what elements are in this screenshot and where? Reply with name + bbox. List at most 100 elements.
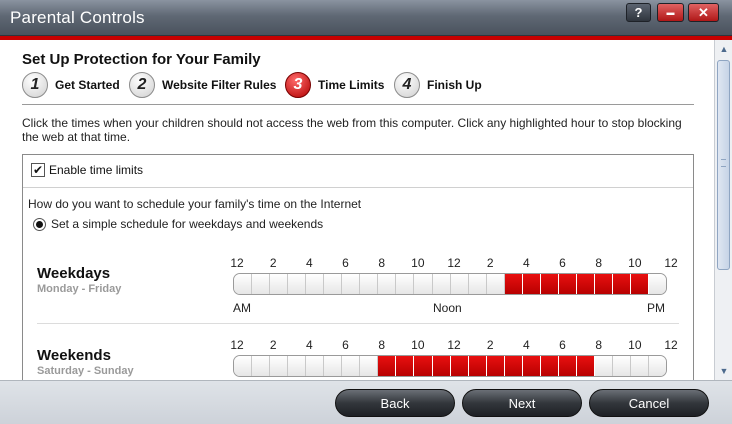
weekends-hour-cell-7[interactable]: [360, 356, 379, 376]
weekdays-hour-cell-2[interactable]: [270, 274, 289, 294]
close-icon: ✕: [698, 4, 709, 20]
hour-tick-label: 8: [378, 338, 385, 352]
weekdays-hour-cell-14[interactable]: [486, 274, 505, 294]
weekends-hour-cell-23[interactable]: [649, 356, 666, 376]
weekdays-hour-cell-13[interactable]: [468, 274, 487, 294]
weekends-hour-cell-1[interactable]: [252, 356, 271, 376]
weekends-hour-cell-19[interactable]: [576, 356, 595, 376]
back-button[interactable]: Back: [335, 389, 455, 417]
weekends-hour-cell-10[interactable]: [414, 356, 433, 376]
hour-tick-label: 6: [342, 338, 349, 352]
simple-schedule-radio[interactable]: [33, 217, 46, 231]
weekends-hour-cell-16[interactable]: [522, 356, 541, 376]
weekdays-hour-cell-8[interactable]: [378, 274, 397, 294]
hour-tick-label: 4: [522, 256, 530, 270]
weekdays-hour-cell-20[interactable]: [594, 274, 613, 294]
weekdays-hour-cell-18[interactable]: [558, 274, 577, 294]
weekdays-hour-cell-15[interactable]: [504, 274, 523, 294]
vertical-scrollbar[interactable]: ▲ ▼: [714, 40, 732, 380]
title-bar: Parental Controls ? ▬ ✕: [0, 0, 732, 36]
hour-tick-label: 10: [411, 256, 425, 270]
step-finish-up[interactable]: 4 Finish Up: [394, 72, 482, 98]
weekdays-hour-cell-19[interactable]: [576, 274, 595, 294]
enable-time-limits-row[interactable]: ✔ Enable time limits: [31, 163, 143, 177]
hour-tick-label: 4: [522, 338, 530, 352]
step-number: 3: [285, 72, 311, 98]
weekdays-hour-cell-22[interactable]: [631, 274, 650, 294]
scroll-down-arrow-icon[interactable]: ▼: [716, 363, 732, 379]
weekends-hour-cell-3[interactable]: [288, 356, 307, 376]
weekends-hour-cell-22[interactable]: [631, 356, 650, 376]
hour-tick-label: 12: [447, 256, 461, 270]
next-button[interactable]: Next: [462, 389, 582, 417]
am-label: AM: [233, 301, 251, 315]
weekends-hour-cell-12[interactable]: [450, 356, 469, 376]
grip-icon: [721, 159, 726, 167]
weekdays-hour-cell-17[interactable]: [540, 274, 559, 294]
scroll-thumb[interactable]: [717, 60, 730, 270]
close-button[interactable]: ✕: [688, 3, 719, 22]
simple-schedule-option[interactable]: Set a simple schedule for weekdays and w…: [33, 217, 323, 231]
wizard-footer: Back Next Cancel: [0, 380, 732, 424]
step-label: Time Limits: [318, 78, 385, 92]
weekdays-hour-cell-10[interactable]: [414, 274, 433, 294]
help-button[interactable]: ?: [626, 3, 651, 22]
weekdays-hour-cell-0[interactable]: [234, 274, 253, 294]
divider: [37, 323, 679, 324]
cancel-button[interactable]: Cancel: [589, 389, 709, 417]
weekends-hour-cell-13[interactable]: [468, 356, 487, 376]
hour-tick-label: 6: [559, 256, 566, 270]
weekends-hour-cell-14[interactable]: [486, 356, 505, 376]
weekdays-hour-cell-4[interactable]: [306, 274, 325, 294]
step-number: 2: [129, 72, 155, 98]
weekdays-hour-cell-16[interactable]: [522, 274, 541, 294]
weekends-hour-cell-20[interactable]: [594, 356, 613, 376]
weekdays-hour-cell-1[interactable]: [252, 274, 271, 294]
weekends-hour-cell-21[interactable]: [612, 356, 632, 376]
hour-tick-label: 12: [230, 256, 244, 270]
weekends-hour-cell-4[interactable]: [306, 356, 325, 376]
hour-tick-label: 12: [447, 338, 461, 352]
enable-time-limits-checkbox[interactable]: ✔: [31, 163, 45, 177]
weekdays-hour-cell-11[interactable]: [432, 274, 451, 294]
weekdays-hour-cell-23[interactable]: [649, 274, 666, 294]
minimize-icon: ▬: [666, 8, 675, 17]
weekends-title: Weekends: [37, 347, 111, 364]
hour-tick-label: 8: [595, 338, 602, 352]
weekends-hour-cell-6[interactable]: [342, 356, 361, 376]
weekdays-title: Weekdays: [37, 265, 111, 282]
weekends-hour-cell-9[interactable]: [396, 356, 415, 376]
hour-tick-label: 4: [305, 338, 313, 352]
hour-tick-label: 10: [628, 338, 642, 352]
weekends-hour-cell-5[interactable]: [324, 356, 343, 376]
step-get-started[interactable]: 1 Get Started: [22, 72, 120, 98]
scroll-up-arrow-icon[interactable]: ▲: [716, 41, 732, 57]
help-icon: ?: [634, 5, 643, 20]
weekends-hour-cell-8[interactable]: [378, 356, 397, 376]
simple-schedule-label: Set a simple schedule for weekdays and w…: [51, 217, 324, 231]
weekdays-hour-cell-9[interactable]: [396, 274, 415, 294]
page-title: Set Up Protection for Your Family: [22, 51, 261, 68]
instructions-text: Click the times when your children shoul…: [22, 116, 682, 144]
divider: [22, 104, 694, 105]
weekends-hour-cell-18[interactable]: [558, 356, 577, 376]
weekends-hour-cell-11[interactable]: [432, 356, 451, 376]
weekdays-hour-cell-3[interactable]: [288, 274, 307, 294]
step-time-limits[interactable]: 3 Time Limits: [285, 72, 384, 98]
hour-tick-label: 2: [486, 256, 494, 270]
weekends-hour-cell-17[interactable]: [540, 356, 559, 376]
weekdays-hour-cell-6[interactable]: [342, 274, 361, 294]
weekdays-hour-cell-5[interactable]: [324, 274, 343, 294]
weekdays-hour-cell-21[interactable]: [612, 274, 632, 294]
weekends-hour-cell-15[interactable]: [504, 356, 523, 376]
hour-tick-label: 6: [342, 256, 349, 270]
hour-tick-label: 10: [628, 256, 642, 270]
weekdays-hour-cell-7[interactable]: [360, 274, 379, 294]
hour-tick-label: 4: [305, 256, 313, 270]
step-website-filter-rules[interactable]: 2 Website Filter Rules: [129, 72, 276, 98]
weekends-hour-cell-0[interactable]: [234, 356, 253, 376]
weekends-hour-cell-2[interactable]: [270, 356, 289, 376]
weekdays-hour-cell-12[interactable]: [450, 274, 469, 294]
minimize-button[interactable]: ▬: [657, 3, 684, 22]
hour-tick-label: 12: [664, 338, 678, 352]
